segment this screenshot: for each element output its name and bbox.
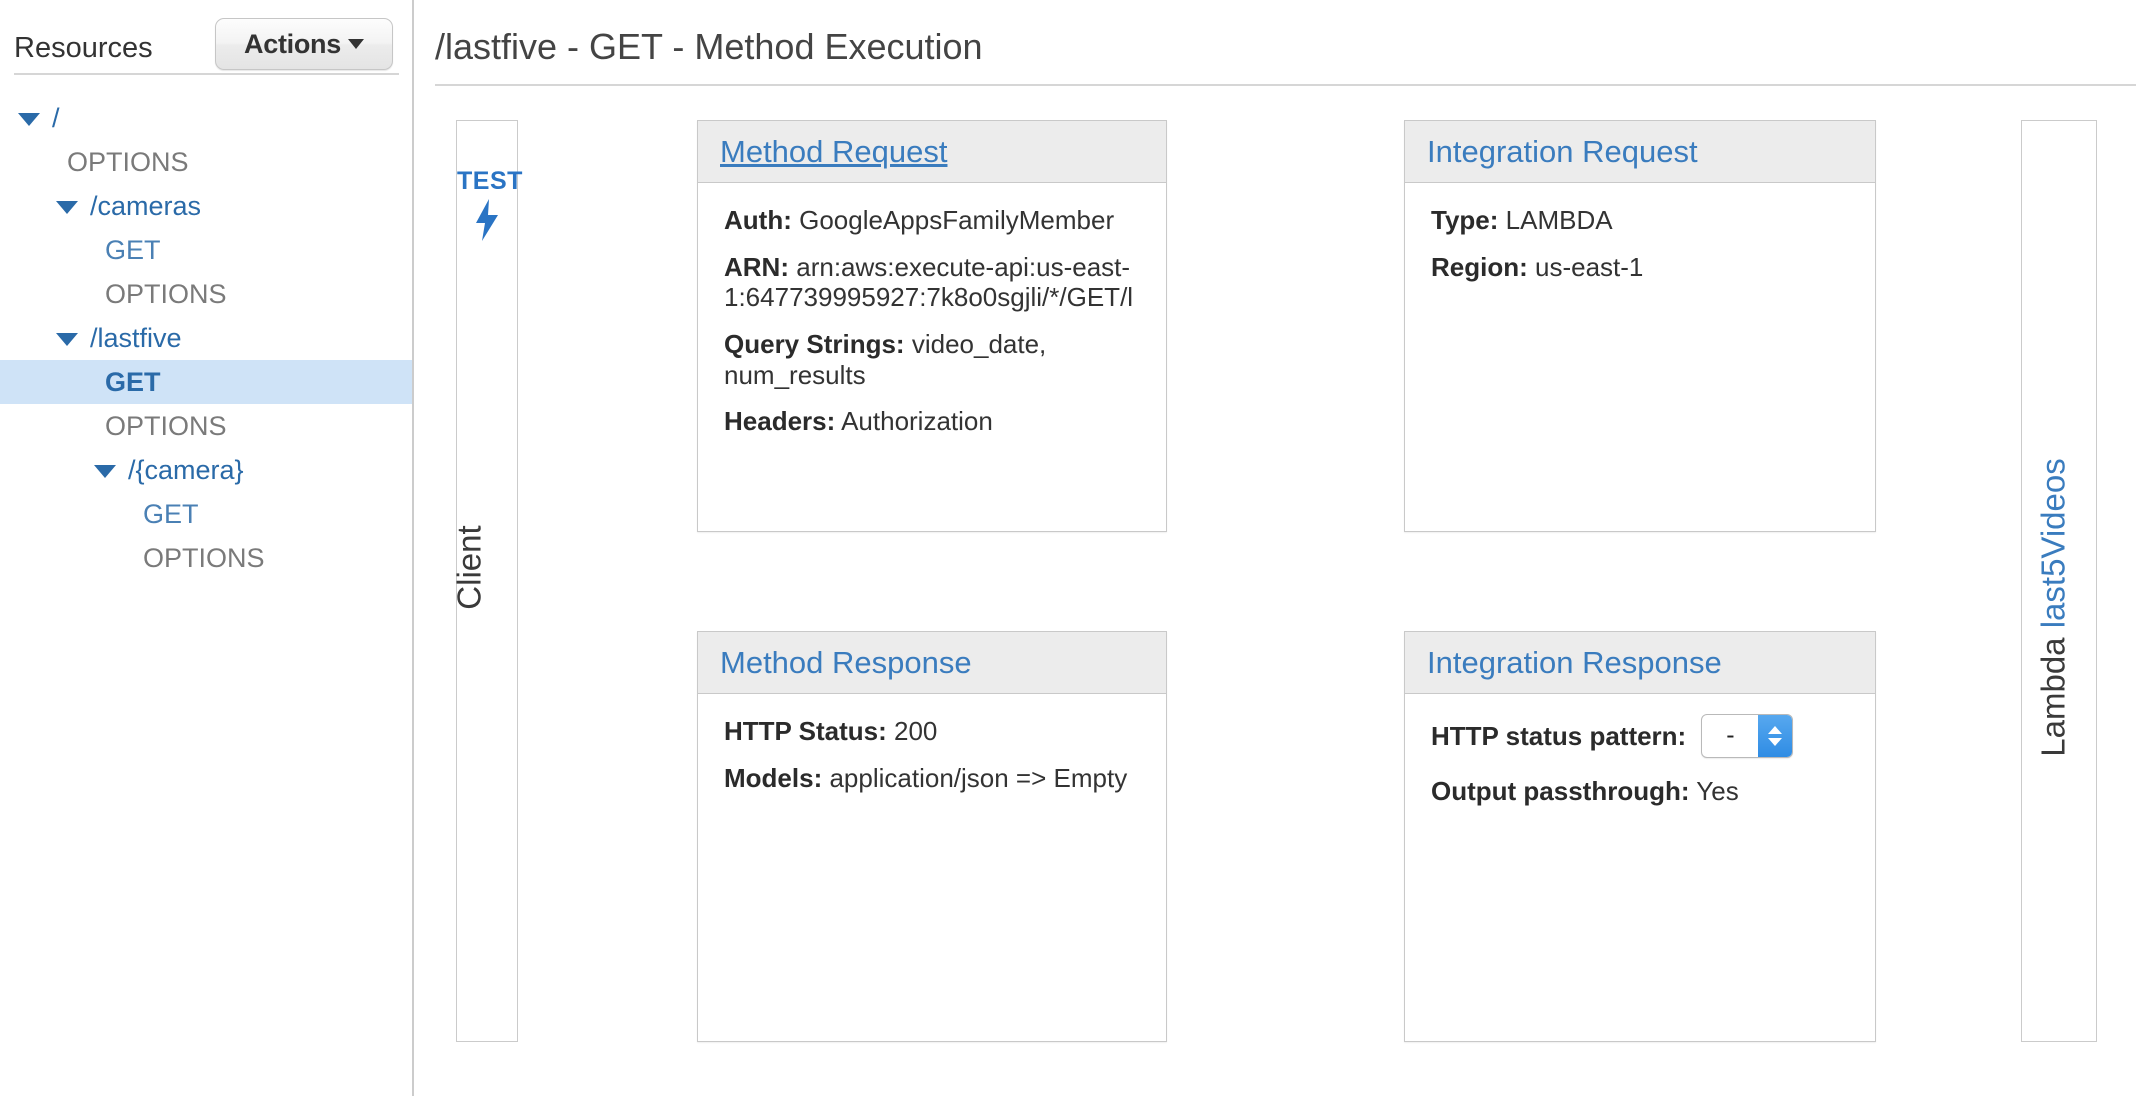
tree-item-get[interactable]: GET — [0, 228, 413, 272]
actions-button[interactable]: Actions — [215, 18, 393, 70]
method-request-headers-value: Authorization — [841, 406, 993, 437]
method-request-header: Method Request — [698, 121, 1166, 183]
integration-request-region-field: Region: us-east-1 — [1431, 252, 1857, 283]
tree-item-label: /cameras — [90, 190, 202, 221]
method-response-http-status-label: HTTP Status: — [724, 716, 887, 746]
resources-sidebar: Resources Actions / OPTIONS/cameras GET OPT… — [0, 0, 414, 1108]
integration-request-type-value: LAMBDA — [1505, 205, 1613, 235]
caret-down-icon[interactable] — [18, 113, 40, 126]
tree-item-label: / — [52, 102, 60, 133]
caret-down-icon[interactable] — [56, 333, 78, 346]
actions-button-label: Actions — [244, 28, 341, 59]
tree-item-options[interactable]: OPTIONS — [0, 404, 413, 448]
method-request-link[interactable]: Method Request — [720, 136, 947, 167]
tree-item-cameras[interactable]: /cameras — [0, 184, 413, 228]
tree-item-label: OPTIONS — [105, 278, 227, 309]
method-request-auth-label: Auth: — [724, 205, 792, 235]
tree-item-label: /{camera} — [128, 454, 244, 485]
method-request-auth-field: Auth: GoogleAppsFamilyMember — [724, 205, 1148, 236]
integration-request-region-value: us-east-1 — [1535, 251, 1644, 282]
integration-request-type-field: Type: LAMBDA — [1431, 205, 1857, 236]
method-response-models-value: application/json => Empty — [829, 762, 1128, 793]
tree-item-label: /lastfive — [90, 322, 182, 353]
tree-item-label: GET — [143, 498, 199, 529]
stepper-arrows-icon[interactable] — [1758, 715, 1793, 757]
method-request-query-strings-field: Query Strings: video_date, num_results — [724, 329, 1148, 390]
method-response-models-label: Models: — [724, 762, 823, 793]
method-response-body: HTTP Status: 200 Models: application/jso… — [698, 694, 1166, 803]
chevron-down-icon — [1768, 738, 1783, 746]
integration-request-link[interactable]: Integration Request — [1427, 136, 1698, 167]
tree-item-label: OPTIONS — [143, 542, 265, 573]
integration-request-header: Integration Request — [1405, 121, 1875, 183]
integration-response-status-pattern-field: HTTP status pattern: - — [1431, 714, 1857, 760]
integration-request-region-label: Region: — [1431, 251, 1528, 282]
integration-response-output-passthrough-label: Output passthrough: — [1431, 776, 1690, 806]
method-response-header: Method Response — [698, 632, 1166, 694]
integration-response-output-passthrough-value: Yes — [1696, 776, 1739, 806]
method-request-panel: Method Request Auth: GoogleAppsFamilyMem… — [697, 120, 1167, 532]
tree-item-label: GET — [105, 366, 161, 397]
tree-item-get[interactable]: GET — [0, 492, 413, 536]
integration-response-body: HTTP status pattern: - Output passthroug… — [1405, 694, 1875, 817]
title-divider — [435, 84, 2136, 86]
method-response-models-field: Models: application/json => Empty — [724, 763, 1148, 794]
chevron-down-icon — [347, 39, 364, 49]
test-label[interactable]: TEST — [457, 167, 522, 196]
method-request-arn-label: ARN: — [724, 251, 789, 282]
tree-item-label: OPTIONS — [67, 146, 189, 177]
tree-item-lastfive[interactable]: /lastfive — [0, 316, 413, 360]
resource-tree: / OPTIONS/cameras GET OPTIONS/lastfive GET OP… — [0, 96, 413, 580]
http-status-pattern-select[interactable]: - — [1701, 714, 1794, 758]
client-label: Client — [450, 525, 488, 610]
integration-response-header: Integration Response — [1405, 632, 1875, 694]
lambda-column: Lambda last5Videos — [2021, 120, 2097, 1042]
page-title: /lastfive - GET - Method Execution — [435, 26, 983, 67]
client-column: TEST Client — [450, 120, 522, 1042]
method-request-headers-field: Headers: Authorization — [724, 406, 1148, 437]
lambda-label-group: Lambda last5Videos — [2034, 458, 2072, 757]
tree-item-[interactable]: / — [0, 96, 413, 140]
lambda-function-link[interactable]: last5Videos — [2035, 458, 2072, 628]
integration-request-panel: Integration Request Type: LAMBDA Region:… — [1404, 120, 1876, 532]
http-status-pattern-value: - — [1726, 721, 1735, 750]
method-request-query-strings-label: Query Strings: — [724, 329, 905, 360]
lambda-label: Lambda — [2034, 637, 2072, 757]
caret-down-icon[interactable] — [56, 201, 78, 214]
integration-response-status-pattern-label: HTTP status pattern: — [1431, 720, 1687, 751]
sidebar-divider — [14, 73, 399, 75]
method-request-auth-value: GoogleAppsFamilyMember — [799, 205, 1115, 235]
tree-item-label: GET — [105, 234, 161, 265]
tree-item-options[interactable]: OPTIONS — [0, 272, 413, 316]
tree-item-label: OPTIONS — [105, 410, 227, 441]
integration-request-body: Type: LAMBDA Region: us-east-1 — [1405, 183, 1875, 292]
sidebar-header: Resources Actions — [0, 0, 413, 92]
method-response-link[interactable]: Method Response — [720, 647, 972, 678]
method-execution-panel: /lastfive - GET - Method Execution TEST … — [414, 0, 2136, 1108]
integration-response-panel: Integration Response HTTP status pattern… — [1404, 631, 1876, 1042]
lightning-bolt-icon[interactable] — [457, 199, 517, 241]
integration-request-type-label: Type: — [1431, 205, 1499, 235]
tree-item-options[interactable]: OPTIONS — [0, 140, 413, 184]
integration-response-output-passthrough-field: Output passthrough: Yes — [1431, 776, 1857, 807]
resources-title: Resources — [14, 32, 153, 64]
method-request-body: Auth: GoogleAppsFamilyMember ARN: arn:aw… — [698, 183, 1166, 447]
method-request-arn-field: ARN: arn:aws:execute-api:us-east-1:64773… — [724, 252, 1148, 313]
method-response-http-status-value: 200 — [894, 716, 938, 746]
caret-down-icon[interactable] — [94, 465, 116, 478]
method-response-panel: Method Response HTTP Status: 200 Models:… — [697, 631, 1167, 1042]
chevron-up-icon — [1768, 726, 1783, 734]
tree-item-get[interactable]: GET — [0, 360, 413, 404]
tree-item-camera[interactable]: /{camera} — [0, 448, 413, 492]
tree-item-options[interactable]: OPTIONS — [0, 536, 413, 580]
integration-response-link[interactable]: Integration Response — [1427, 647, 1722, 678]
method-response-http-status-field: HTTP Status: 200 — [724, 716, 1148, 747]
method-request-headers-label: Headers: — [724, 406, 836, 437]
